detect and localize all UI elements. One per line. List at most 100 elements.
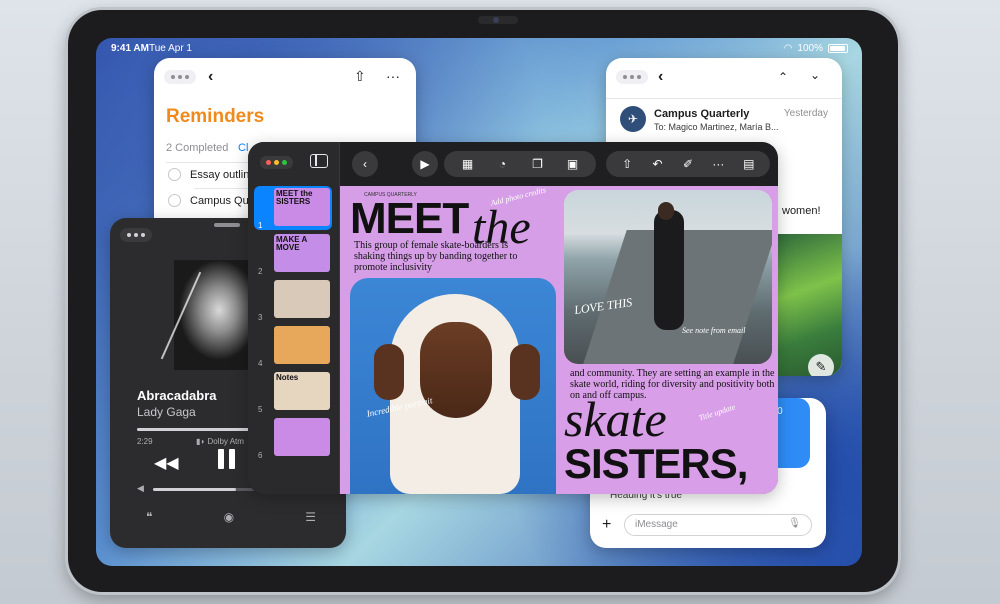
slide-thumbnail[interactable]: 2 MAKE A MOVE: [254, 232, 332, 276]
window-menu-button[interactable]: [164, 70, 196, 84]
back-icon[interactable]: ‹: [352, 151, 378, 177]
keynote-toolbar: ‹ ▶ ▦ ◔ ❐ ▣ ⇧ ↶ ✐ ··· ▤: [352, 151, 770, 177]
headline-meet[interactable]: MEET: [350, 194, 469, 244]
slide-number: 4: [258, 359, 263, 368]
slide-thumbnail[interactable]: 5 Notes: [254, 370, 332, 414]
chart-icon[interactable]: ◔: [492, 157, 514, 171]
slide-thumbnail-image: [274, 326, 330, 364]
insert-group: ▦ ◔ ❐ ▣: [444, 151, 596, 177]
camera: [478, 16, 518, 24]
headline-the[interactable]: the: [472, 200, 531, 255]
reminder-item[interactable]: Campus Qu: [168, 194, 249, 207]
chevron-up-icon[interactable]: ⌃: [778, 70, 788, 84]
window-grabber[interactable]: [214, 223, 240, 227]
hand-shape: [510, 344, 540, 400]
music-bottom-bar: ❝ ◉ ☰: [146, 510, 316, 524]
microphone-icon[interactable]: 🎙: [788, 518, 801, 529]
annotation-see-note: See note from email: [682, 326, 746, 335]
slide-canvas[interactable]: CAMPUS QUARTERLY MEET This group of fema…: [340, 186, 778, 494]
imessage-input[interactable]: iMessage 🎙: [624, 514, 812, 536]
dolby-label: Dolby Atm: [207, 437, 244, 446]
format-brush-icon[interactable]: ✐: [677, 157, 699, 171]
clear-link[interactable]: Cl: [238, 142, 248, 154]
slide-right-column: LOVE THIS See note from email and commun…: [560, 186, 778, 494]
window-controls[interactable]: [260, 156, 293, 169]
divider: [606, 98, 842, 99]
pause-icon[interactable]: [218, 449, 236, 469]
mail-body: women!: [782, 205, 821, 217]
slide-number: 5: [258, 405, 263, 414]
wifi-icon: ◠: [783, 43, 793, 54]
status-bar: 9:41 AM Tue Apr 1 ◠ 100%: [96, 38, 862, 58]
headline-sisters[interactable]: SISTERS,: [564, 440, 748, 488]
annotation-title-update: Title update: [697, 402, 737, 423]
status-time: 9:41 AM: [111, 43, 149, 54]
battery-percent: 100%: [797, 43, 823, 54]
progress-fill: [137, 428, 251, 431]
rewind-icon[interactable]: ◀◀: [154, 453, 179, 473]
lyrics-icon[interactable]: ❝: [146, 510, 152, 524]
skater-photo[interactable]: LOVE THIS See note from email: [564, 190, 772, 364]
more-icon[interactable]: ···: [386, 68, 400, 84]
undo-icon[interactable]: ↶: [647, 157, 669, 171]
slide-number: 6: [258, 451, 263, 460]
window-menu-button[interactable]: [616, 70, 648, 84]
slide-thumbnail[interactable]: 6: [254, 416, 332, 460]
slide-thumbnail[interactable]: 1 MEET the SISTERS: [254, 186, 332, 230]
completed-count: 2 Completed: [166, 142, 229, 154]
sidebar-toggle-icon[interactable]: [310, 154, 328, 168]
mail-recipients: To: Magico Martinez, María B...: [654, 122, 779, 132]
play-icon[interactable]: ▶: [412, 151, 438, 177]
table-icon[interactable]: ▦: [457, 157, 479, 171]
song-title: Abracadabra: [137, 388, 217, 403]
slide-thumbnail-label: MAKE A MOVE: [276, 235, 307, 252]
back-chevron-icon[interactable]: ‹: [658, 68, 663, 86]
status-date: Tue Apr 1: [149, 43, 192, 54]
mail-sender: Campus Quarterly: [654, 108, 750, 120]
compose-icon[interactable]: ✎: [808, 354, 834, 376]
more-icon[interactable]: ···: [707, 157, 729, 171]
slide-thumbnail[interactable]: 4: [254, 324, 332, 368]
portrait-photo[interactable]: Incredible portrait: [350, 278, 556, 494]
slide-thumbnail[interactable]: 3: [254, 278, 332, 322]
slide-thumbnail-label: Notes: [276, 373, 299, 382]
shape-icon[interactable]: ❐: [527, 157, 549, 171]
reminder-item[interactable]: Essay outlin: [168, 168, 249, 181]
home-screen: 9:41 AM Tue Apr 1 ◠ 100% ‹ ⇧ ··· Reminde…: [96, 38, 862, 566]
checkbox-circle-icon[interactable]: [168, 168, 181, 181]
reminder-label: Essay outlin: [190, 168, 250, 181]
slide-thumbnail-image: [274, 418, 330, 456]
queue-icon[interactable]: ☰: [305, 510, 316, 524]
back-chevron-icon[interactable]: ‹: [208, 68, 213, 86]
share-icon[interactable]: ⇧: [354, 68, 366, 85]
media-icon[interactable]: ▣: [562, 157, 584, 171]
song-artist[interactable]: Lady Gaga: [137, 405, 196, 419]
volume-fill: [153, 488, 236, 491]
slide-navigator: 1 MEET the SISTERS 2 MAKE A MOVE 3 4 5 Notes 6: [248, 142, 340, 494]
airplay-icon[interactable]: ◉: [224, 510, 234, 524]
imessage-placeholder: iMessage: [635, 519, 678, 530]
maximize-icon[interactable]: [282, 160, 287, 165]
status-right: ◠ 100%: [784, 43, 848, 54]
sender-avatar: ✈: [620, 106, 646, 132]
close-icon[interactable]: [266, 160, 271, 165]
battery-icon: [828, 44, 848, 53]
slide-thumbnail-image: MEET the SISTERS: [274, 188, 330, 226]
slide-thumbnail-image: MAKE A MOVE: [274, 234, 330, 272]
reminders-title: Reminders: [166, 106, 265, 127]
document-icon[interactable]: ▤: [738, 157, 760, 171]
slide-number: 3: [258, 313, 263, 322]
keynote-window[interactable]: 1 MEET the SISTERS 2 MAKE A MOVE 3 4 5 Notes 6 ‹…: [248, 142, 778, 494]
action-group: ⇧ ↶ ✐ ··· ▤: [606, 151, 770, 177]
slide-thumbnail-image: [274, 280, 330, 318]
checkbox-circle-icon[interactable]: [168, 194, 181, 207]
chevron-down-icon[interactable]: ⌄: [810, 68, 820, 82]
slide-thumbnail-label: MEET the SISTERS: [276, 189, 313, 206]
window-menu-button[interactable]: [120, 228, 152, 242]
volume-low-icon: ◀: [137, 483, 144, 493]
plus-icon[interactable]: +: [602, 516, 611, 534]
share-icon[interactable]: ⇧: [616, 157, 638, 171]
slide-number: 2: [258, 267, 263, 276]
skater-head-shape: [658, 202, 674, 220]
minimize-icon[interactable]: [274, 160, 279, 165]
